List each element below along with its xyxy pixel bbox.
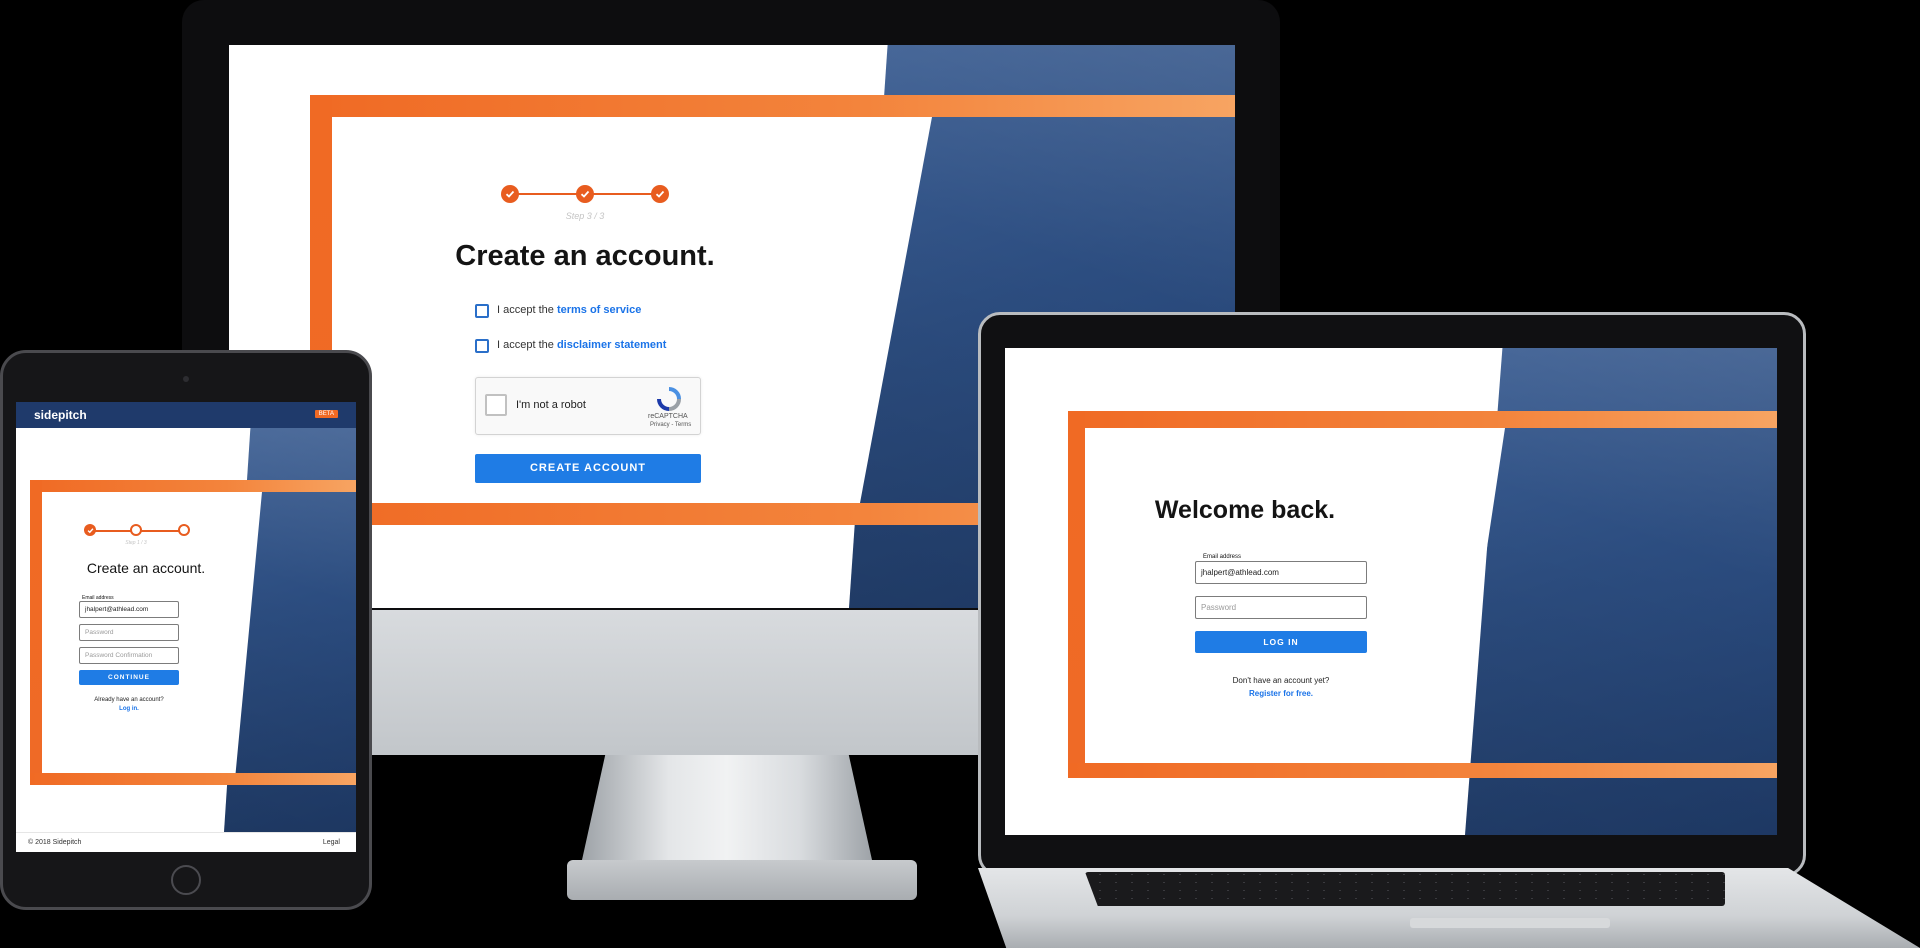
terms-prefix: I accept the — [497, 304, 554, 316]
login-button[interactable]: LOG IN — [1195, 631, 1367, 653]
step-1-complete — [84, 524, 96, 536]
email-field[interactable]: jhalpert@athlead.com — [1195, 561, 1367, 584]
orange-frame-left — [1068, 411, 1085, 778]
disclaimer-prefix: I accept the — [497, 339, 554, 351]
disclaimer-checkbox[interactable] — [475, 339, 489, 353]
checkmark-icon — [655, 190, 665, 198]
continue-button[interactable]: CONTINUE — [79, 670, 179, 685]
orange-frame-left — [30, 480, 42, 785]
legal-link[interactable]: Legal — [323, 839, 340, 846]
recaptcha-footer-links[interactable]: Privacy - Terms — [650, 422, 691, 428]
app-footer: © 2018 Sidepitch Legal — [16, 832, 356, 852]
tablet-camera — [183, 376, 189, 382]
recaptcha-label: I'm not a robot — [516, 399, 586, 411]
step-1-complete — [501, 185, 519, 203]
monitor-stand — [582, 755, 872, 860]
orange-frame-top — [30, 480, 356, 492]
laptop-hinge — [1410, 918, 1610, 928]
step-indicator-text: Step 3 / 3 — [565, 211, 605, 221]
step-3-complete — [651, 185, 669, 203]
login-link[interactable]: Log in. — [79, 706, 179, 712]
already-have-account-text: Already have an account? — [94, 697, 164, 703]
terms-of-service-link[interactable]: terms of service — [557, 304, 641, 316]
step-indicator-text: Step 1 / 3 — [125, 540, 147, 546]
checkmark-icon — [87, 527, 93, 533]
recaptcha-checkbox[interactable] — [485, 394, 507, 416]
create-account-button[interactable]: CREATE ACCOUNT — [475, 454, 701, 483]
no-account-text: Don't have an account yet? — [1232, 676, 1330, 685]
laptop-keyboard — [1085, 872, 1725, 906]
disclaimer-label: I accept the disclaimer statement — [497, 339, 666, 351]
recaptcha-brand: reCAPTCHA — [648, 413, 688, 420]
email-label: Email address — [1203, 554, 1242, 560]
terms-label: I accept the terms of service — [497, 304, 641, 316]
checkmark-icon — [580, 190, 590, 198]
page-title: Welcome back. — [1154, 496, 1336, 524]
password-confirmation-field[interactable]: Password Confirmation — [79, 647, 179, 664]
app-header: sidepitch BETA — [16, 402, 356, 428]
sidepitch-logo[interactable]: sidepitch — [34, 408, 87, 422]
register-link[interactable]: Register for free. — [1195, 689, 1367, 698]
tablet-signup-screen: sidepitch BETA Step 1 / 3 Create an acco… — [16, 402, 356, 852]
recaptcha-widget: I'm not a robot reCAPTCHA Privacy - Term… — [475, 377, 701, 435]
recaptcha-logo-icon — [657, 387, 681, 411]
email-field[interactable]: jhalpert@athlead.com — [79, 601, 179, 618]
orange-frame-top — [1068, 411, 1777, 428]
password-field[interactable]: Password — [1195, 596, 1367, 619]
orange-frame-bottom — [30, 773, 356, 785]
orange-frame-bottom — [1068, 763, 1777, 778]
page-title: Create an account. — [86, 560, 206, 576]
laptop-login-screen: Welcome back. Email address jhalpert@ath… — [1005, 348, 1777, 835]
password-field[interactable]: Password — [79, 624, 179, 641]
monitor-stand-base — [567, 860, 917, 900]
page-title: Create an account. — [455, 240, 715, 272]
step-2-incomplete — [130, 524, 142, 536]
terms-checkbox[interactable] — [475, 304, 489, 318]
beta-badge: BETA — [314, 410, 338, 418]
step-3-incomplete — [178, 524, 190, 536]
checkmark-icon — [505, 190, 515, 198]
tablet-home-button — [171, 865, 201, 895]
orange-frame-top — [310, 95, 1235, 117]
copyright-text: © 2018 Sidepitch — [28, 839, 82, 846]
disclaimer-statement-link[interactable]: disclaimer statement — [557, 339, 666, 351]
step-2-complete — [576, 185, 594, 203]
